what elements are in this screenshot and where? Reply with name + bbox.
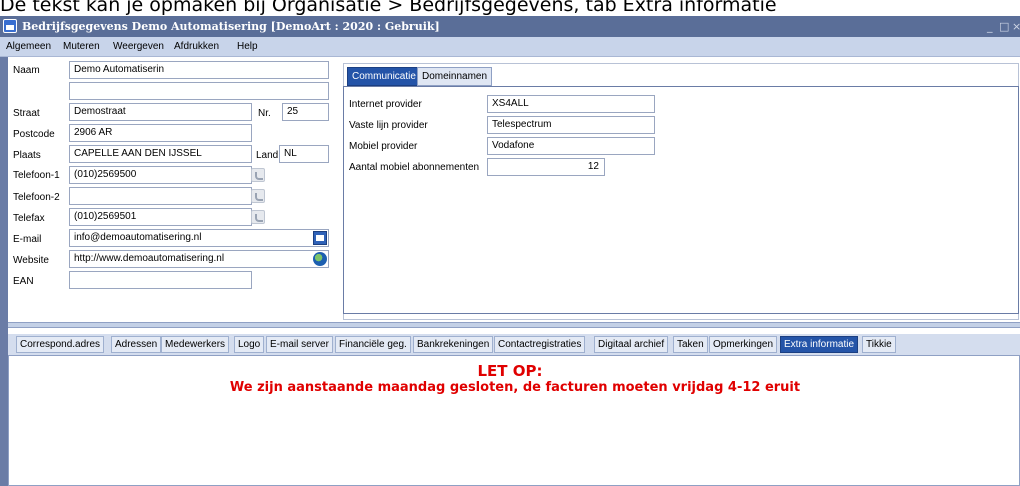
- left-edge: [0, 57, 8, 486]
- tab-medewerkers[interactable]: Medewerkers: [161, 336, 230, 353]
- tab-adressen[interactable]: Adressen: [111, 336, 162, 353]
- telefax-label: Telefax: [13, 213, 45, 224]
- app-icon: [3, 19, 17, 33]
- tab-email-server[interactable]: E-mail server: [266, 336, 333, 353]
- menu-bar: Algemeen Muteren Weergeven Afdrukken Hel…: [0, 37, 1020, 57]
- aantal-abonnementen-field[interactable]: 12: [487, 158, 605, 176]
- window-titlebar: Bedrijfsgegevens Demo Automatisering [De…: [0, 16, 1020, 37]
- tab-extra-informatie[interactable]: Extra informatie: [780, 336, 859, 353]
- postcode-field[interactable]: 2906 AR: [69, 124, 252, 142]
- telefoon2-label: Telefoon-2: [13, 192, 60, 203]
- mobiel-provider-field[interactable]: Vodafone: [487, 137, 655, 155]
- telefoon1-field[interactable]: (010)2569500: [69, 166, 252, 184]
- tab-digitaal-archief[interactable]: Digitaal archief: [594, 336, 669, 353]
- tab-contactregistraties[interactable]: Contactregistraties: [494, 336, 586, 353]
- mail-icon[interactable]: [313, 231, 327, 245]
- window-title: Bedrijfsgegevens Demo Automatisering [De…: [22, 20, 440, 33]
- naam-label: Naam: [13, 65, 40, 76]
- telefoon2-field[interactable]: [69, 187, 252, 205]
- internet-provider-field[interactable]: XS4ALL: [487, 95, 655, 113]
- naam-field[interactable]: Demo Automatiserin: [69, 61, 329, 79]
- straat-field[interactable]: Demostraat: [69, 103, 252, 121]
- website-label: Website: [13, 255, 49, 266]
- menu-weergeven[interactable]: Weergeven: [113, 41, 164, 52]
- tab-communicatie[interactable]: Communicatie: [347, 67, 421, 86]
- plaats-field[interactable]: CAPELLE AAN DEN IJSSEL: [69, 145, 252, 163]
- tab-tikkie[interactable]: Tikkie: [862, 336, 896, 353]
- postcode-label: Postcode: [13, 129, 55, 140]
- telefoon1-label: Telefoon-1: [13, 170, 60, 181]
- land-field[interactable]: NL: [279, 145, 329, 163]
- nr-field[interactable]: 25: [282, 103, 329, 121]
- telefax-field[interactable]: (010)2569501: [69, 208, 252, 226]
- tab-financiele-gegevens[interactable]: Financiële geg.: [335, 336, 411, 353]
- land-label: Land: [256, 150, 279, 161]
- menu-algemeen[interactable]: Algemeen: [6, 41, 51, 52]
- vaste-lijn-provider-field[interactable]: Telespectrum: [487, 116, 655, 134]
- tab-taken[interactable]: Taken: [673, 336, 708, 353]
- email-label: E-mail: [13, 234, 42, 245]
- menu-help[interactable]: Help: [237, 41, 258, 52]
- mobiel-provider-label: Mobiel provider: [349, 141, 418, 152]
- vaste-lijn-provider-label: Vaste lijn provider: [349, 120, 428, 131]
- nr-label: Nr.: [258, 108, 271, 119]
- aantal-abonnementen-label: Aantal mobiel abonnementen: [349, 162, 480, 173]
- close-icon[interactable]: ×: [1012, 16, 1020, 37]
- splitter[interactable]: [0, 322, 1020, 328]
- globe-icon[interactable]: [313, 252, 327, 266]
- ean-label: EAN: [13, 276, 34, 287]
- internet-provider-label: Internet provider: [349, 99, 422, 110]
- tab-opmerkingen[interactable]: Opmerkingen: [709, 336, 778, 353]
- communicatie-content: [343, 86, 1019, 314]
- ean-field[interactable]: [69, 271, 252, 289]
- straat-label: Straat: [13, 108, 40, 119]
- phone-icon[interactable]: [251, 210, 265, 224]
- phone-icon[interactable]: [251, 189, 265, 203]
- menu-muteren[interactable]: Muteren: [63, 41, 100, 52]
- minimize-icon[interactable]: _: [987, 16, 999, 37]
- email-field[interactable]: info@demoautomatisering.nl: [69, 229, 329, 247]
- naam2-field[interactable]: [69, 82, 329, 100]
- phone-icon[interactable]: [251, 168, 265, 182]
- tab-domeinnamen[interactable]: Domeinnamen: [417, 67, 493, 86]
- maximize-icon[interactable]: □: [999, 16, 1011, 37]
- website-field[interactable]: http://www.demoautomatisering.nl: [69, 250, 329, 268]
- menu-afdrukken[interactable]: Afdrukken: [174, 41, 219, 52]
- tab-correspond-adres[interactable]: Correspond.adres: [16, 336, 105, 353]
- tab-logo[interactable]: Logo: [234, 336, 265, 353]
- plaats-label: Plaats: [13, 150, 41, 161]
- tab-bankrekeningen[interactable]: Bankrekeningen: [413, 336, 494, 353]
- notice-heading: LET OP:: [477, 362, 543, 380]
- instruction-caption: De tekst kan je opmaken bij Organisatie …: [0, 0, 777, 16]
- notice-text: We zijn aanstaande maandag gesloten, de …: [229, 380, 801, 395]
